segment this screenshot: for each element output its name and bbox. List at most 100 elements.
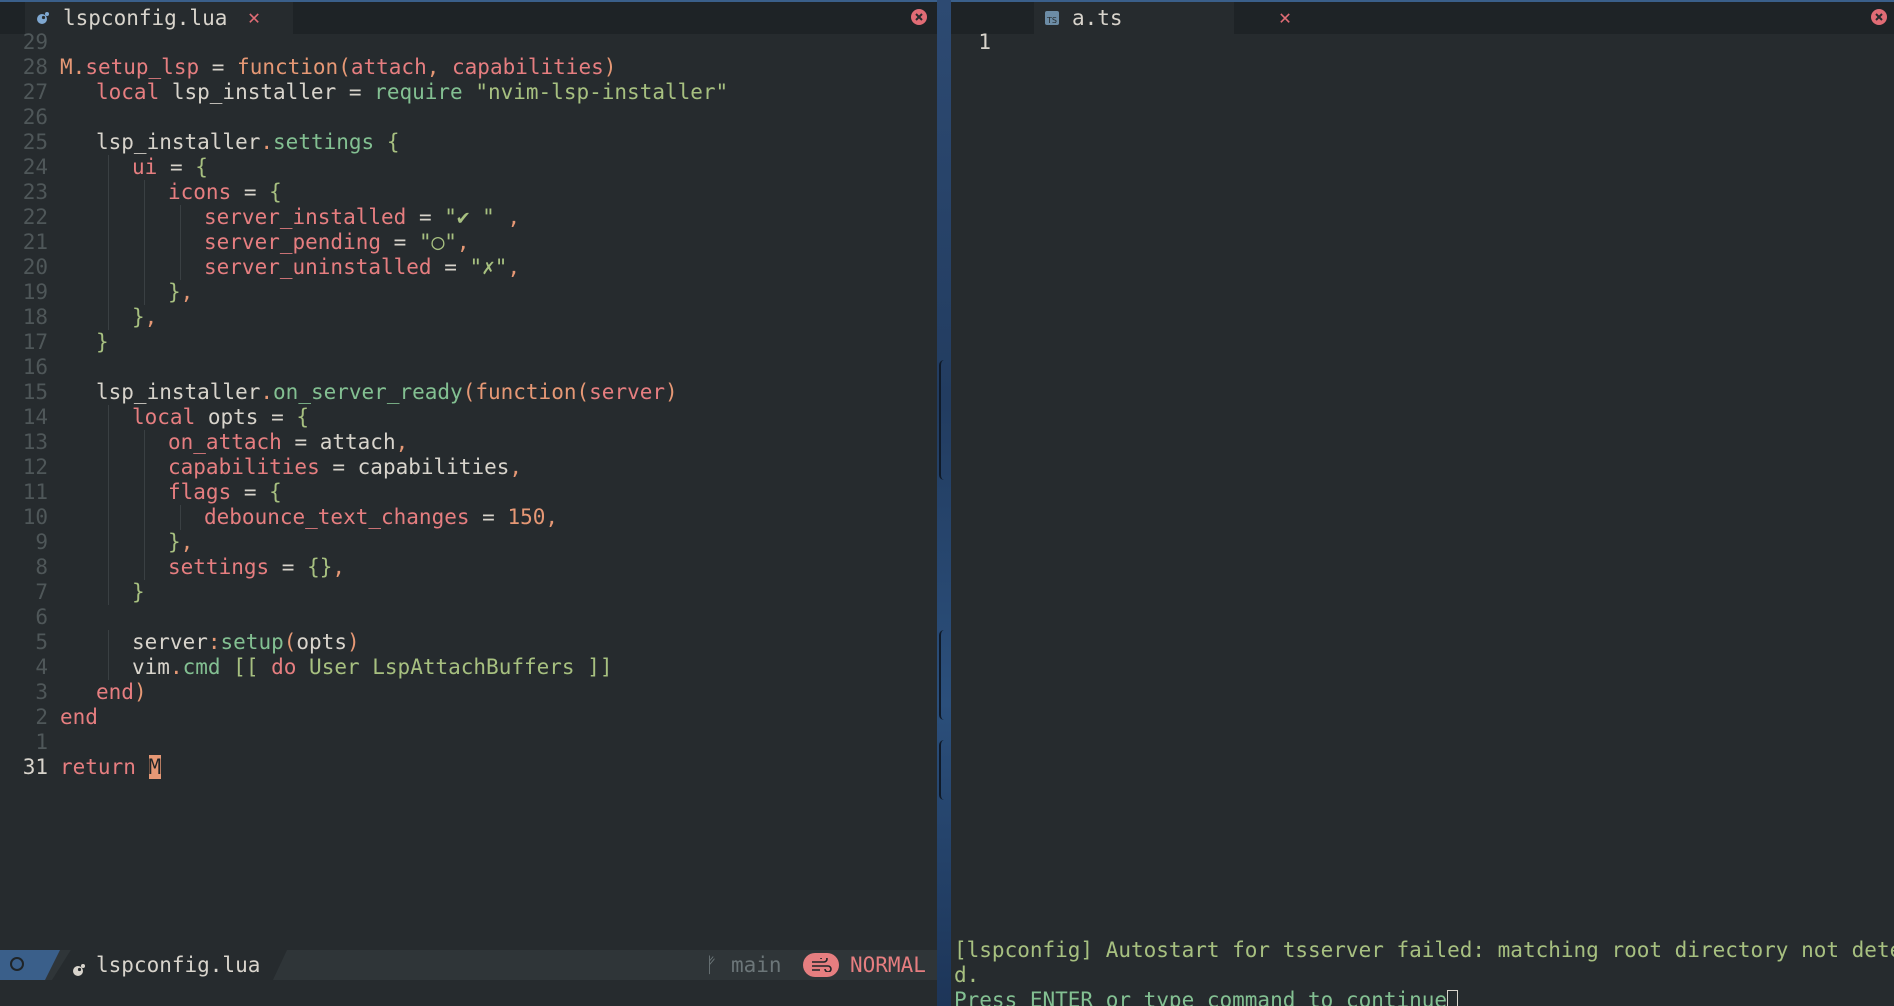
code-line[interactable]: 18}, bbox=[0, 305, 937, 330]
code-token: ) bbox=[665, 380, 678, 404]
code-line[interactable]: 12 capabilities = capabilities, bbox=[0, 455, 937, 480]
indent-guide bbox=[108, 405, 109, 430]
indent-guide bbox=[144, 530, 145, 555]
tab-label: a.ts bbox=[1072, 6, 1123, 30]
code-token: server_uninstalled bbox=[204, 255, 432, 279]
code-line[interactable]: 31 return M bbox=[0, 755, 937, 780]
code-text: end bbox=[60, 705, 98, 730]
code-token: local bbox=[132, 405, 208, 429]
code-line[interactable]: 5 server:setup(opts) bbox=[0, 630, 937, 655]
status-filename: lspconfig.lua bbox=[96, 953, 261, 977]
code-line[interactable]: 7} bbox=[0, 580, 937, 605]
code-line[interactable]: 6 bbox=[0, 605, 937, 630]
line-number: 11 bbox=[22, 480, 48, 504]
code-token: , bbox=[507, 255, 521, 279]
line-number: 13 bbox=[22, 430, 48, 454]
code-token: { bbox=[269, 180, 282, 204]
code-view[interactable]: 1 bbox=[951, 30, 1894, 55]
code-line[interactable]: 21 server_pending = "◯", bbox=[0, 230, 937, 255]
command-line[interactable]: [lspconfig] Autostart for tsserver faile… bbox=[951, 938, 1894, 1006]
right-editor-pane[interactable]: TS a.ts ✕ 1 [lspconfig] Autostart for ts… bbox=[951, 0, 1894, 1006]
code-line[interactable]: 16 bbox=[0, 355, 937, 380]
line-number: 14 bbox=[22, 405, 48, 429]
indent-guide bbox=[108, 480, 109, 505]
indent-guide bbox=[144, 280, 145, 305]
code-line[interactable]: 10 debounce_text_changes = 150, bbox=[0, 505, 937, 530]
code-line[interactable]: 27 local lsp_installer = require "nvim-ls… bbox=[0, 80, 937, 105]
code-text: }, bbox=[168, 280, 193, 305]
code-text: capabilities = capabilities, bbox=[168, 455, 522, 480]
code-line[interactable]: 4 vim.cmd [[ do User LspAttachBuffers ]] bbox=[0, 655, 937, 680]
code-line[interactable]: 15 lsp_installer.on_server_ready(function… bbox=[0, 380, 937, 405]
code-token: User LspAttachBuffers bbox=[309, 655, 575, 679]
code-token: debounce_text_changes bbox=[204, 505, 470, 529]
code-token: , bbox=[144, 305, 158, 329]
code-line[interactable]: 2 end bbox=[0, 705, 937, 730]
code-token: lsp_installer bbox=[171, 80, 337, 104]
status-mode-segment bbox=[0, 950, 60, 980]
code-token: ]] bbox=[574, 655, 613, 679]
window-divider[interactable] bbox=[937, 0, 951, 1006]
code-text: return M bbox=[60, 755, 162, 780]
code-line[interactable]: 24 ui = { bbox=[0, 155, 937, 180]
code-line[interactable]: 14 local opts = { bbox=[0, 405, 937, 430]
code-line[interactable]: 23 icons = { bbox=[0, 180, 937, 205]
line-number: 16 bbox=[22, 355, 48, 379]
vim-logo-icon bbox=[10, 957, 24, 971]
code-token: setup bbox=[220, 630, 284, 654]
left-editor-pane[interactable]: lspconfig.lua ✕ 29 28 M.setup_lsp = functi… bbox=[0, 0, 937, 1006]
code-line[interactable]: 13 on_attach = attach, bbox=[0, 430, 937, 455]
code-line[interactable]: 20 server_uninstalled = "✗", bbox=[0, 255, 937, 280]
code-token: , bbox=[509, 455, 523, 479]
indent-guide bbox=[108, 630, 109, 655]
code-line[interactable]: 19}, bbox=[0, 280, 937, 305]
code-line[interactable]: 1 bbox=[951, 30, 1894, 55]
line-number: 22 bbox=[22, 205, 48, 229]
close-window-icon[interactable] bbox=[911, 9, 927, 25]
code-token: function bbox=[475, 380, 577, 404]
code-view[interactable]: 29 28 M.setup_lsp = function(attach, capab… bbox=[0, 30, 937, 780]
line-number: 18 bbox=[22, 305, 48, 329]
code-token: [[ bbox=[220, 655, 272, 679]
code-line[interactable]: 22 server_installed = "✔ " , bbox=[0, 205, 937, 230]
wind-icon bbox=[803, 953, 839, 977]
close-window-icon[interactable] bbox=[1871, 9, 1887, 25]
code-line[interactable]: 11 flags = { bbox=[0, 480, 937, 505]
indent-guide bbox=[108, 555, 109, 580]
mode-indicator: NORMAL bbox=[850, 953, 926, 977]
code-token: server_installed bbox=[204, 205, 407, 229]
code-line[interactable]: 28 M.setup_lsp = function(attach, capabil… bbox=[0, 55, 937, 80]
code-token: "✗" bbox=[469, 255, 508, 279]
code-token: ( bbox=[338, 55, 351, 79]
code-token: 150 bbox=[507, 505, 546, 529]
code-token: cmd bbox=[182, 655, 221, 679]
code-token: on_attach bbox=[168, 430, 282, 454]
code-token: function bbox=[237, 55, 339, 79]
line-number: 21 bbox=[22, 230, 48, 254]
code-line[interactable]: 9}, bbox=[0, 530, 937, 555]
close-tab-icon[interactable]: ✕ bbox=[1279, 5, 1291, 29]
code-token: ui bbox=[132, 155, 158, 179]
code-line[interactable]: 17} bbox=[0, 330, 937, 355]
close-tab-icon[interactable]: ✕ bbox=[248, 5, 260, 29]
code-line[interactable]: 26 bbox=[0, 105, 937, 130]
line-number: 24 bbox=[22, 155, 48, 179]
code-token: "◯" bbox=[418, 230, 457, 254]
code-line[interactable]: 25 lsp_installer.settings { bbox=[0, 130, 937, 155]
git-branch-icon: ᚠ bbox=[705, 953, 718, 977]
indent-guide bbox=[108, 155, 109, 180]
indent-guide bbox=[144, 255, 145, 280]
code-token: : bbox=[207, 630, 221, 654]
code-text: debounce_text_changes = 150, bbox=[204, 505, 558, 530]
code-line[interactable]: 29 bbox=[0, 30, 937, 55]
indent-guide bbox=[180, 205, 181, 230]
code-token: setup_lsp bbox=[85, 55, 200, 79]
code-line[interactable]: 8 settings = {}, bbox=[0, 555, 937, 580]
code-line[interactable]: 1 bbox=[0, 730, 937, 755]
code-token: { bbox=[195, 155, 208, 179]
code-text: } bbox=[96, 330, 109, 355]
right-tabbar: TS a.ts ✕ bbox=[951, 0, 1894, 34]
code-line[interactable]: 3 end) bbox=[0, 680, 937, 705]
code-token: attach bbox=[350, 55, 427, 79]
code-token: = bbox=[336, 80, 375, 104]
